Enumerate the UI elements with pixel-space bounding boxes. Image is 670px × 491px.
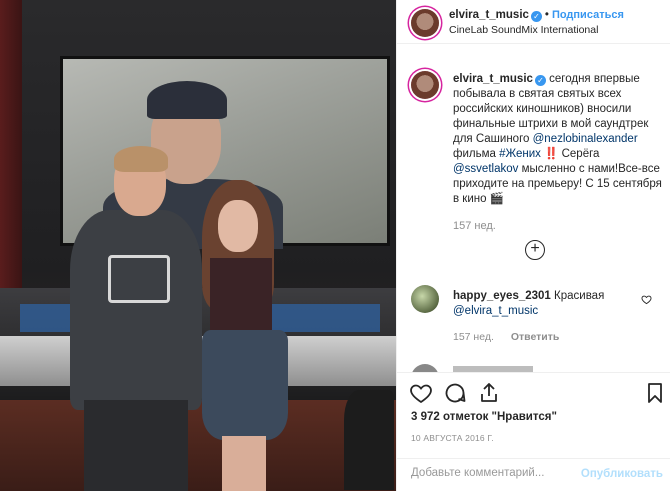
woman-legs: [222, 436, 266, 491]
add-comment-bar: Опубликовать: [397, 458, 670, 491]
comment-input[interactable]: [411, 467, 581, 479]
caption-hashtag[interactable]: #Жених: [499, 148, 541, 160]
comment-mention[interactable]: @elvira_t_music: [453, 304, 633, 319]
caption-avatar[interactable]: [411, 71, 439, 99]
post-sidebar: elvira_t_music ✓ • Подписаться CineLab Soun…: [396, 0, 670, 491]
verified-badge-icon: ✓: [530, 11, 542, 22]
publish-button[interactable]: Опубликовать: [581, 468, 663, 480]
comment-icon[interactable]: [443, 381, 467, 405]
caption-username[interactable]: elvira_t_music: [453, 73, 533, 85]
likes-count[interactable]: 3 972 отметок "Нравится": [411, 411, 557, 423]
caption-text: фильма: [453, 148, 496, 160]
share-icon[interactable]: [477, 381, 501, 405]
reply-button[interactable]: Ответить: [511, 331, 560, 343]
person-woman: [196, 180, 291, 491]
man-hair: [114, 146, 168, 172]
man-shirt: [70, 210, 202, 410]
header-title: elvira_t_music ✓ • Подписаться: [449, 9, 624, 22]
woman-face: [218, 200, 258, 252]
wall-panel: [0, 0, 22, 290]
post-caption: elvira_t_music ✓ сегодня впервые побывала…: [453, 72, 663, 207]
woman-skirt: [202, 330, 288, 440]
plus-circle-icon[interactable]: +: [525, 240, 545, 260]
comment: happy_eyes_2301 Красивая @elvira_t_music: [453, 289, 633, 319]
caption-time: 157 нед.: [453, 220, 496, 232]
comment-heart-icon[interactable]: [641, 294, 652, 308]
heart-icon[interactable]: [409, 381, 433, 405]
screen-figure-cap: [147, 81, 227, 119]
comment-text: Красивая: [554, 290, 605, 302]
woman-top: [210, 258, 272, 338]
next-comment-preview: [411, 360, 670, 372]
person-man: [70, 146, 202, 491]
caption-text: ‼️ Серёга: [544, 148, 600, 160]
post-location[interactable]: CineLab SoundMix International: [449, 24, 598, 36]
post-actions: 3 972 отметок "Нравится" 10 АВГУСТА 2016…: [397, 372, 670, 456]
commenter-avatar[interactable]: [411, 285, 439, 313]
author-username[interactable]: elvira_t_music: [449, 9, 529, 21]
caption-mention[interactable]: @nezlobinalexander: [533, 133, 638, 145]
author-avatar[interactable]: [411, 9, 439, 37]
commenter-username[interactable]: happy_eyes_2301: [453, 290, 551, 302]
comment-meta: 157 нед. Ответить: [453, 331, 559, 343]
avatar: [411, 364, 439, 372]
comment-time: 157 нед.: [453, 331, 494, 343]
post-header: elvira_t_music ✓ • Подписаться CineLab Soun…: [397, 0, 670, 44]
man-legs: [84, 400, 188, 491]
post-photo[interactable]: [0, 0, 396, 491]
post-date: 10 АВГУСТА 2016 Г.: [411, 433, 494, 443]
studio-chair: [344, 390, 394, 490]
shirt-logo: [108, 255, 170, 303]
verified-badge-icon: ✓: [534, 75, 546, 86]
bookmark-icon[interactable]: [643, 381, 667, 405]
follow-button[interactable]: Подписаться: [552, 9, 624, 21]
caption-mention[interactable]: @ssvetlakov: [453, 163, 518, 175]
